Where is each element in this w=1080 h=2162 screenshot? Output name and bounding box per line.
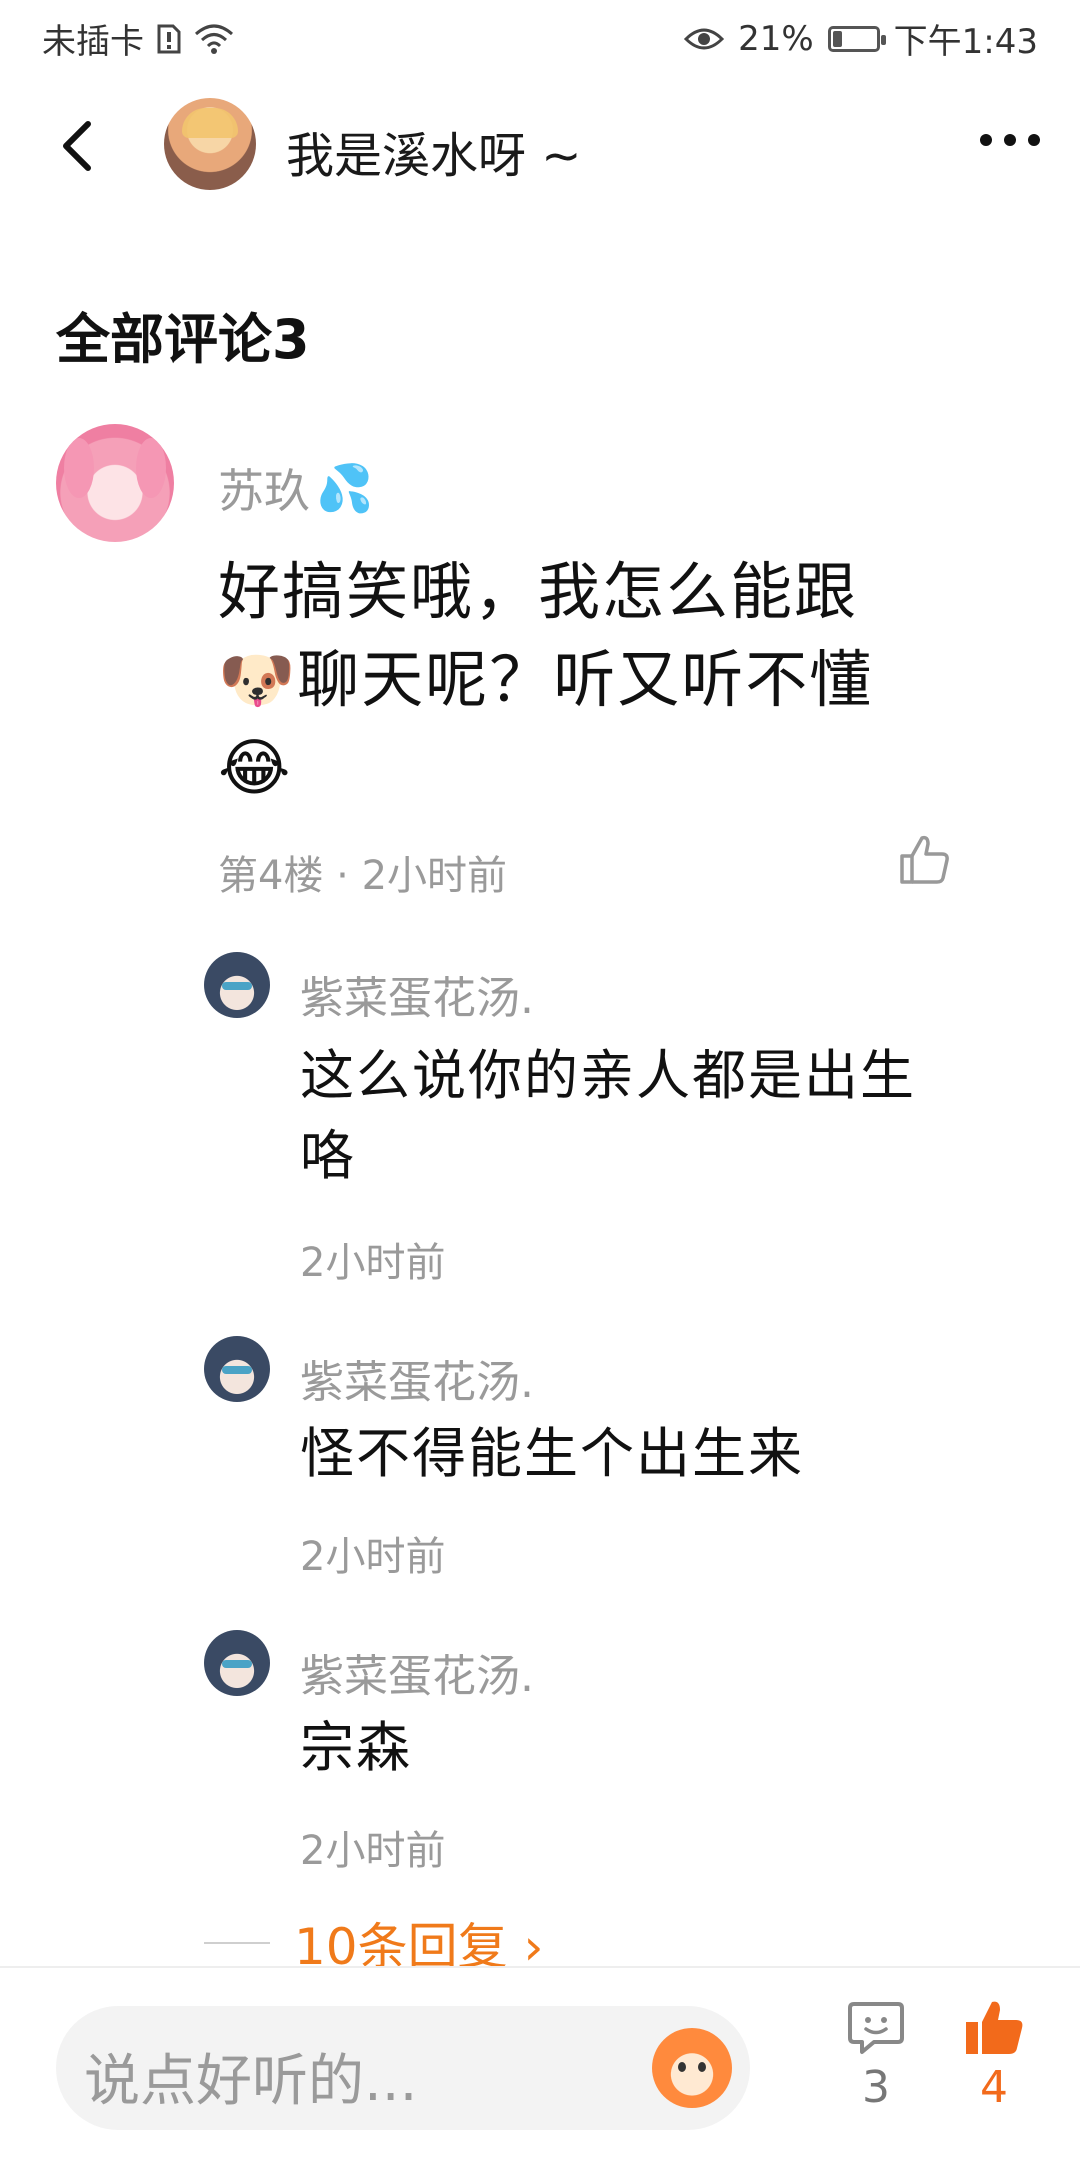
more-options-button[interactable]	[980, 134, 1040, 146]
reply-line: 这么说你的亲人都是出生	[300, 1044, 916, 1107]
reply-time: 2小时前	[300, 1828, 446, 1874]
more-dot-icon	[1004, 134, 1016, 146]
comment-line: 好搞笑哦，我怎么能跟	[218, 555, 859, 628]
reply-text: 宗森	[300, 1708, 1000, 1788]
comment-count: 3	[862, 2062, 890, 2113]
comment-line: 😂	[218, 724, 978, 812]
thumbs-up-filled-icon	[966, 2001, 1023, 2054]
comment-line: 🐶聊天呢？听又听不懂	[218, 636, 978, 724]
battery-level	[832, 30, 842, 47]
reply-line: 怪不得能生个出生来	[300, 1422, 804, 1485]
commenter-name[interactable]: 苏玖 💦	[218, 455, 373, 521]
back-button[interactable]	[50, 116, 110, 176]
header-title[interactable]: 我是溪水呀 ~	[286, 116, 581, 186]
comment-like-button[interactable]	[896, 832, 952, 888]
more-dot-icon	[980, 134, 992, 146]
reply-author[interactable]: 紫菜蛋花汤.	[300, 962, 534, 1026]
reply-time: 2小时前	[300, 1534, 446, 1580]
like-count: 4	[980, 2062, 1008, 2113]
comments-section-title: 全部评论3	[56, 308, 310, 371]
top-header: 我是溪水呀 ~	[0, 80, 1080, 210]
comment-input[interactable]: 说点好听的...	[56, 2006, 750, 2130]
wifi-icon	[195, 24, 233, 54]
like-count-button[interactable]: 4	[934, 1998, 1054, 2113]
reply-text: 这么说你的亲人都是出生 咯	[300, 1036, 1000, 1196]
thumbs-up-icon	[900, 835, 949, 884]
reply-author[interactable]: 紫菜蛋花汤.	[300, 1640, 534, 1704]
commenter-name-text: 苏玖	[218, 464, 310, 518]
reply-line: 宗森	[300, 1716, 412, 1779]
laughing-emoji: 😂	[218, 731, 293, 804]
more-dot-icon	[1028, 134, 1040, 146]
chevron-left-icon	[63, 121, 91, 171]
commenter-avatar[interactable]	[56, 424, 174, 542]
reply-text: 怪不得能生个出生来	[300, 1414, 1000, 1494]
sweat-drops-emoji: 💦	[316, 460, 374, 515]
battery-percent: 21%	[738, 18, 814, 59]
reply-avatar[interactable]	[204, 1336, 270, 1402]
eye-comfort-icon	[684, 28, 725, 49]
reply-avatar[interactable]	[204, 1630, 270, 1696]
reply-time: 2小时前	[300, 1240, 446, 1286]
no-sim-icon	[157, 24, 181, 53]
comment-count-button[interactable]: 3	[816, 1998, 936, 2113]
status-bar: 未插卡 21% 下午1:43	[0, 0, 1080, 80]
dog-emoji: 🐶	[218, 643, 298, 716]
comment-meta: 第4楼 · 2小时前	[218, 853, 508, 899]
comment-line-text: 聊天呢？听又听不懂	[297, 643, 874, 716]
bottom-action-bar: 说点好听的... 3 4	[0, 1966, 1080, 2162]
reply-line: 咯	[300, 1124, 356, 1187]
status-right: 21% 下午1:43	[684, 14, 1038, 63]
comment-input-placeholder: 说点好听的...	[84, 2049, 418, 2114]
status-left: 未插卡	[42, 14, 234, 63]
reply-avatar[interactable]	[204, 952, 270, 1018]
mascot-emoji-icon[interactable]	[652, 2028, 732, 2108]
carrier-label: 未插卡	[42, 22, 144, 62]
author-avatar[interactable]	[164, 98, 256, 190]
reply-author[interactable]: 紫菜蛋花汤.	[300, 1346, 534, 1410]
divider	[204, 1942, 270, 1944]
comment-bubble-icon	[848, 2002, 904, 2054]
battery-icon	[827, 25, 886, 52]
clock: 下午1:43	[893, 22, 1038, 62]
comment-text: 好搞笑哦，我怎么能跟 🐶聊天呢？听又听不懂 😂	[218, 548, 978, 812]
